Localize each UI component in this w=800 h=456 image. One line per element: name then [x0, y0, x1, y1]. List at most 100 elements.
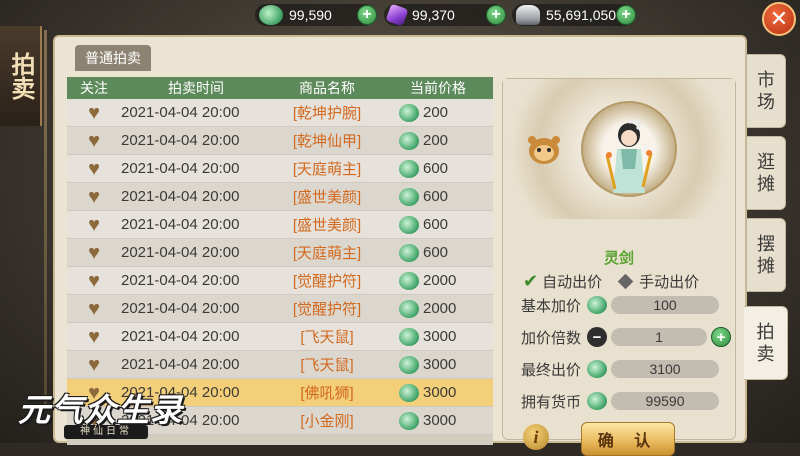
table-row[interactable]: ♥ 2021-04-04 20:00 [天庭萌主] 600 [67, 239, 493, 267]
jade-coin-icon [259, 5, 283, 25]
jade-coin-icon [399, 383, 419, 402]
page-title-text: 拍卖 [7, 52, 34, 100]
heart-icon[interactable]: ♥ [88, 355, 100, 375]
jade-coin-icon [587, 360, 608, 378]
col-item: 商品名称 [299, 80, 355, 96]
jade-coin-icon [587, 296, 608, 314]
add-jade-button[interactable]: + [357, 5, 377, 25]
base-increment-field: 100 [611, 296, 720, 314]
currency-jade: 99,590 + [255, 4, 377, 26]
row-price-value: 600 [423, 160, 449, 177]
tab-set-up-stall[interactable]: 摆摊 [746, 218, 786, 292]
owned-currency-label: 拥有货币 [521, 393, 582, 411]
confirm-button[interactable]: 确 认 [581, 422, 675, 456]
heart-icon[interactable]: ♥ [88, 159, 100, 179]
row-price: 2000 [383, 271, 493, 290]
heart-icon[interactable]: ♥ [88, 131, 100, 151]
auction-panel: 普通拍卖 关注 拍卖时间 商品名称 当前价格 ♥ 2021-04-04 20:00… [53, 35, 747, 456]
heart-icon[interactable]: ♥ [88, 271, 100, 291]
game-logo: 元气众生录 神仙日常 [0, 385, 210, 443]
row-price: 200 [383, 103, 493, 122]
heart-icon[interactable]: ♥ [88, 243, 100, 263]
owned-currency-row: 拥有货币 99590 [521, 390, 720, 412]
tab-normal-auction[interactable]: 普通拍卖 [75, 45, 151, 71]
row-item: [盛世美颜] [292, 189, 362, 206]
currency-jade-value: 99,590 [289, 7, 332, 23]
tab-browse-stalls-label: 逛摊 [757, 152, 775, 194]
row-price: 200 [383, 131, 493, 150]
tab-browse-stalls[interactable]: 逛摊 [746, 136, 786, 210]
table-row[interactable]: ♥ 2021-04-04 20:00 [乾坤仙甲] 200 [67, 127, 493, 155]
row-price-value: 3000 [423, 412, 457, 429]
table-row[interactable]: ♥ 2021-04-04 20:00 [盛世美颜] 600 [67, 211, 493, 239]
row-price-value: 3000 [423, 328, 457, 345]
tab-normal-auction-label: 普通拍卖 [85, 50, 141, 66]
currency-gem-value: 99,370 [412, 7, 455, 23]
close-button[interactable]: ✕ [762, 2, 796, 36]
checkmark-icon: ✔ [523, 271, 539, 291]
row-price: 3000 [383, 383, 493, 402]
col-price: 当前价格 [410, 80, 466, 96]
heart-icon[interactable]: ♥ [88, 327, 100, 347]
decrease-multiplier-button[interactable]: − [587, 327, 608, 347]
row-price-value: 3000 [423, 384, 457, 401]
jade-coin-icon [399, 299, 419, 318]
table-row[interactable]: ♥ 2021-04-04 20:00 [飞天鼠] 3000 [67, 323, 493, 351]
table-row[interactable]: ♥ 2021-04-04 20:00 [觉醒护符] 2000 [67, 295, 493, 323]
table-row[interactable]: ♥ 2021-04-04 20:00 [飞天鼠] 3000 [67, 351, 493, 379]
row-price-value: 200 [423, 132, 449, 149]
manual-bid-option[interactable]: 手动出价 [617, 271, 699, 292]
jade-coin-icon [399, 327, 419, 346]
table-row[interactable]: ♥ 2021-04-04 20:00 [天庭萌主] 600 [67, 155, 493, 183]
character-portrait-area [503, 79, 735, 219]
row-item: [觉醒护符] [292, 301, 362, 318]
purple-gem-icon [385, 3, 409, 27]
row-item: [佛吼狮] [300, 385, 354, 402]
info-button[interactable]: i [523, 424, 549, 450]
row-item: [飞天鼠] [300, 329, 354, 346]
row-price-value: 2000 [423, 300, 457, 317]
row-price: 600 [383, 159, 493, 178]
silver-ingot-icon [516, 5, 540, 25]
row-price-value: 200 [423, 104, 449, 121]
multiplier-field[interactable]: 1 [611, 328, 708, 346]
owned-currency-value: 99590 [645, 393, 685, 409]
character-name: 灵剑 [603, 250, 634, 267]
pet-icon [528, 136, 560, 164]
tab-market[interactable]: 市场 [746, 54, 786, 128]
add-silver-button[interactable]: + [616, 5, 636, 25]
heart-icon[interactable]: ♥ [88, 103, 100, 123]
table-row[interactable]: ♥ 2021-04-04 20:00 [觉醒护符] 2000 [67, 267, 493, 295]
row-price-value: 2000 [423, 272, 457, 289]
col-time: 拍卖时间 [168, 80, 224, 96]
final-bid-row: 最终出价 3100 [521, 358, 720, 380]
table-row[interactable]: ♥ 2021-04-04 20:00 [乾坤护腕] 200 [67, 99, 493, 127]
row-item: [小金刚] [300, 413, 354, 430]
jade-coin-icon [399, 355, 419, 374]
heart-icon[interactable]: ♥ [88, 299, 100, 319]
row-item: [天庭萌主] [292, 161, 362, 178]
heart-icon[interactable]: ♥ [88, 187, 100, 207]
col-follow: 关注 [80, 80, 108, 96]
final-bid-label: 最终出价 [521, 361, 582, 379]
row-item: [天庭萌主] [292, 245, 362, 262]
tab-auction[interactable]: 拍卖 [744, 306, 788, 380]
logo-subtitle: 神仙日常 [64, 425, 148, 439]
multiplier-label: 加价倍数 [521, 329, 582, 347]
row-time: 2021-04-04 20:00 [121, 104, 240, 121]
page-title: 拍卖 [0, 26, 42, 126]
diamond-icon [617, 273, 634, 290]
increase-multiplier-button[interactable]: + [711, 327, 732, 347]
currency-silver-value: 55,691,050 [546, 7, 617, 23]
table-row[interactable]: ♥ 2021-04-04 20:00 [盛世美颜] 600 [67, 183, 493, 211]
jade-coin-icon [399, 271, 419, 290]
add-gem-button[interactable]: + [486, 5, 506, 25]
row-time: 2021-04-04 20:00 [121, 272, 240, 289]
row-time: 2021-04-04 20:00 [121, 356, 240, 373]
heart-icon[interactable]: ♥ [88, 215, 100, 235]
auto-bid-option[interactable]: ✔ 自动出价 [523, 271, 602, 292]
row-time: 2021-04-04 20:00 [121, 160, 240, 177]
tab-auction-label: 拍卖 [756, 322, 775, 364]
currency-gem: 99,370 + [384, 3, 506, 27]
table-header: 关注 拍卖时间 商品名称 当前价格 [67, 77, 493, 99]
